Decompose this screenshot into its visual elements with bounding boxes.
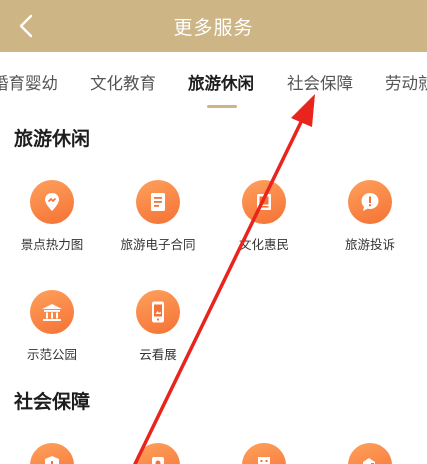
card-icon <box>136 443 180 464</box>
building-icon <box>242 443 286 464</box>
service-label: 示范公园 <box>26 347 77 362</box>
tab-travel-leisure[interactable]: 旅游休闲 <box>188 70 254 94</box>
tab-labor-employment[interactable]: 劳动就业 <box>385 70 427 94</box>
section-title-travel: 旅游休闲 <box>14 128 91 150</box>
service-cloud-exhibition[interactable]: 云看展 <box>106 290 210 363</box>
hand-heart-icon <box>348 443 392 464</box>
phone-screen-icon <box>136 290 180 334</box>
service-social-4[interactable] <box>318 443 422 464</box>
tab-marriage-childcare[interactable]: 婚育婴幼 <box>0 70 58 94</box>
service-label: 文化惠民 <box>238 237 289 252</box>
page-title: 更多服务 <box>173 16 254 39</box>
service-scenic-heatmap[interactable]: 景点热力图 <box>0 180 104 253</box>
top-bar: 更多服务 <box>0 0 427 52</box>
service-label: 景点热力图 <box>20 237 84 252</box>
service-travel-complaint[interactable]: 旅游投诉 <box>318 180 422 253</box>
location-pin-icon <box>30 180 74 224</box>
service-label: 云看展 <box>139 347 177 362</box>
chevron-left-icon <box>19 14 33 38</box>
pavilion-icon <box>30 290 74 334</box>
service-culture-benefit[interactable]: 文化惠民 <box>212 180 316 253</box>
service-label: 旅游投诉 <box>344 237 395 252</box>
service-social-3[interactable] <box>212 443 316 464</box>
medical-shield-icon <box>30 443 74 464</box>
tab-social-security[interactable]: 社会保障 <box>287 70 353 94</box>
tab-culture-education[interactable]: 文化教育 <box>90 70 156 94</box>
category-tabs: 婚育婴幼 文化教育 旅游休闲 社会保障 劳动就业 <box>0 52 427 112</box>
alert-bubble-icon <box>348 180 392 224</box>
back-button[interactable] <box>6 6 46 46</box>
service-label: 旅游电子合同 <box>120 237 196 252</box>
service-social-1[interactable] <box>0 443 104 464</box>
service-model-park[interactable]: 示范公园 <box>0 290 104 363</box>
service-travel-contract[interactable]: 旅游电子合同 <box>106 180 210 253</box>
section-title-social-security: 社会保障 <box>14 391 91 413</box>
active-tab-indicator <box>207 105 237 108</box>
book-icon <box>242 180 286 224</box>
document-icon <box>136 180 180 224</box>
service-social-2[interactable] <box>106 443 210 464</box>
